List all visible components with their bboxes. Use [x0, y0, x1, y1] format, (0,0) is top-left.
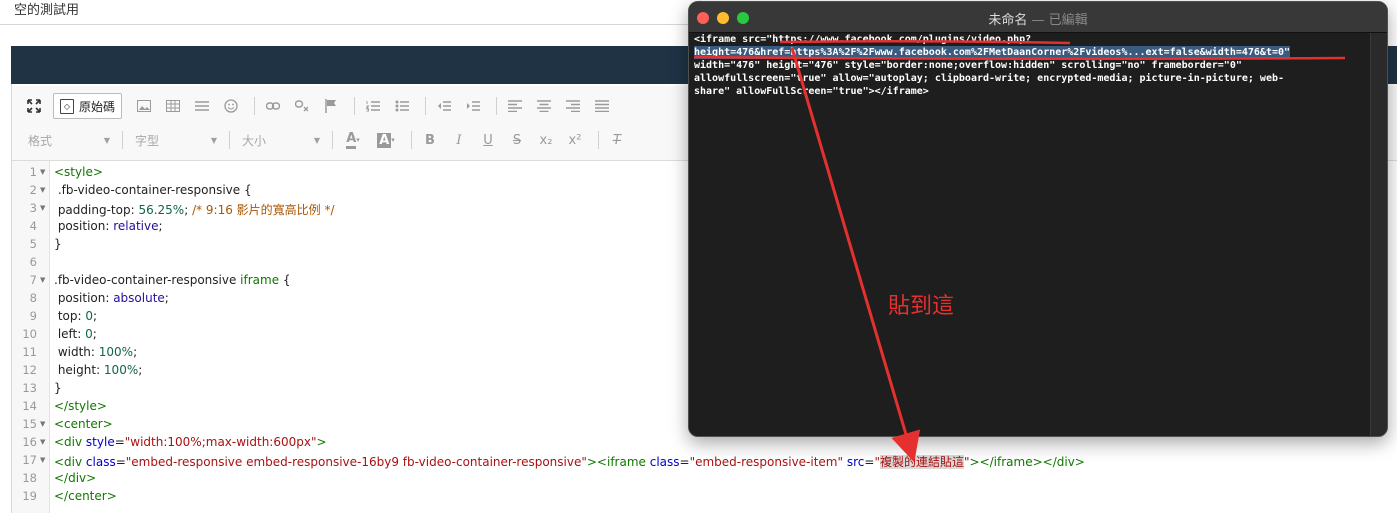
- annotation-underline: [779, 39, 1071, 45]
- annotation-label: 貼到這: [888, 294, 955, 319]
- annotation-arrow: [790, 47, 921, 463]
- annotation-underline: [693, 55, 1346, 61]
- annotation-overlay: [693, 39, 1346, 463]
